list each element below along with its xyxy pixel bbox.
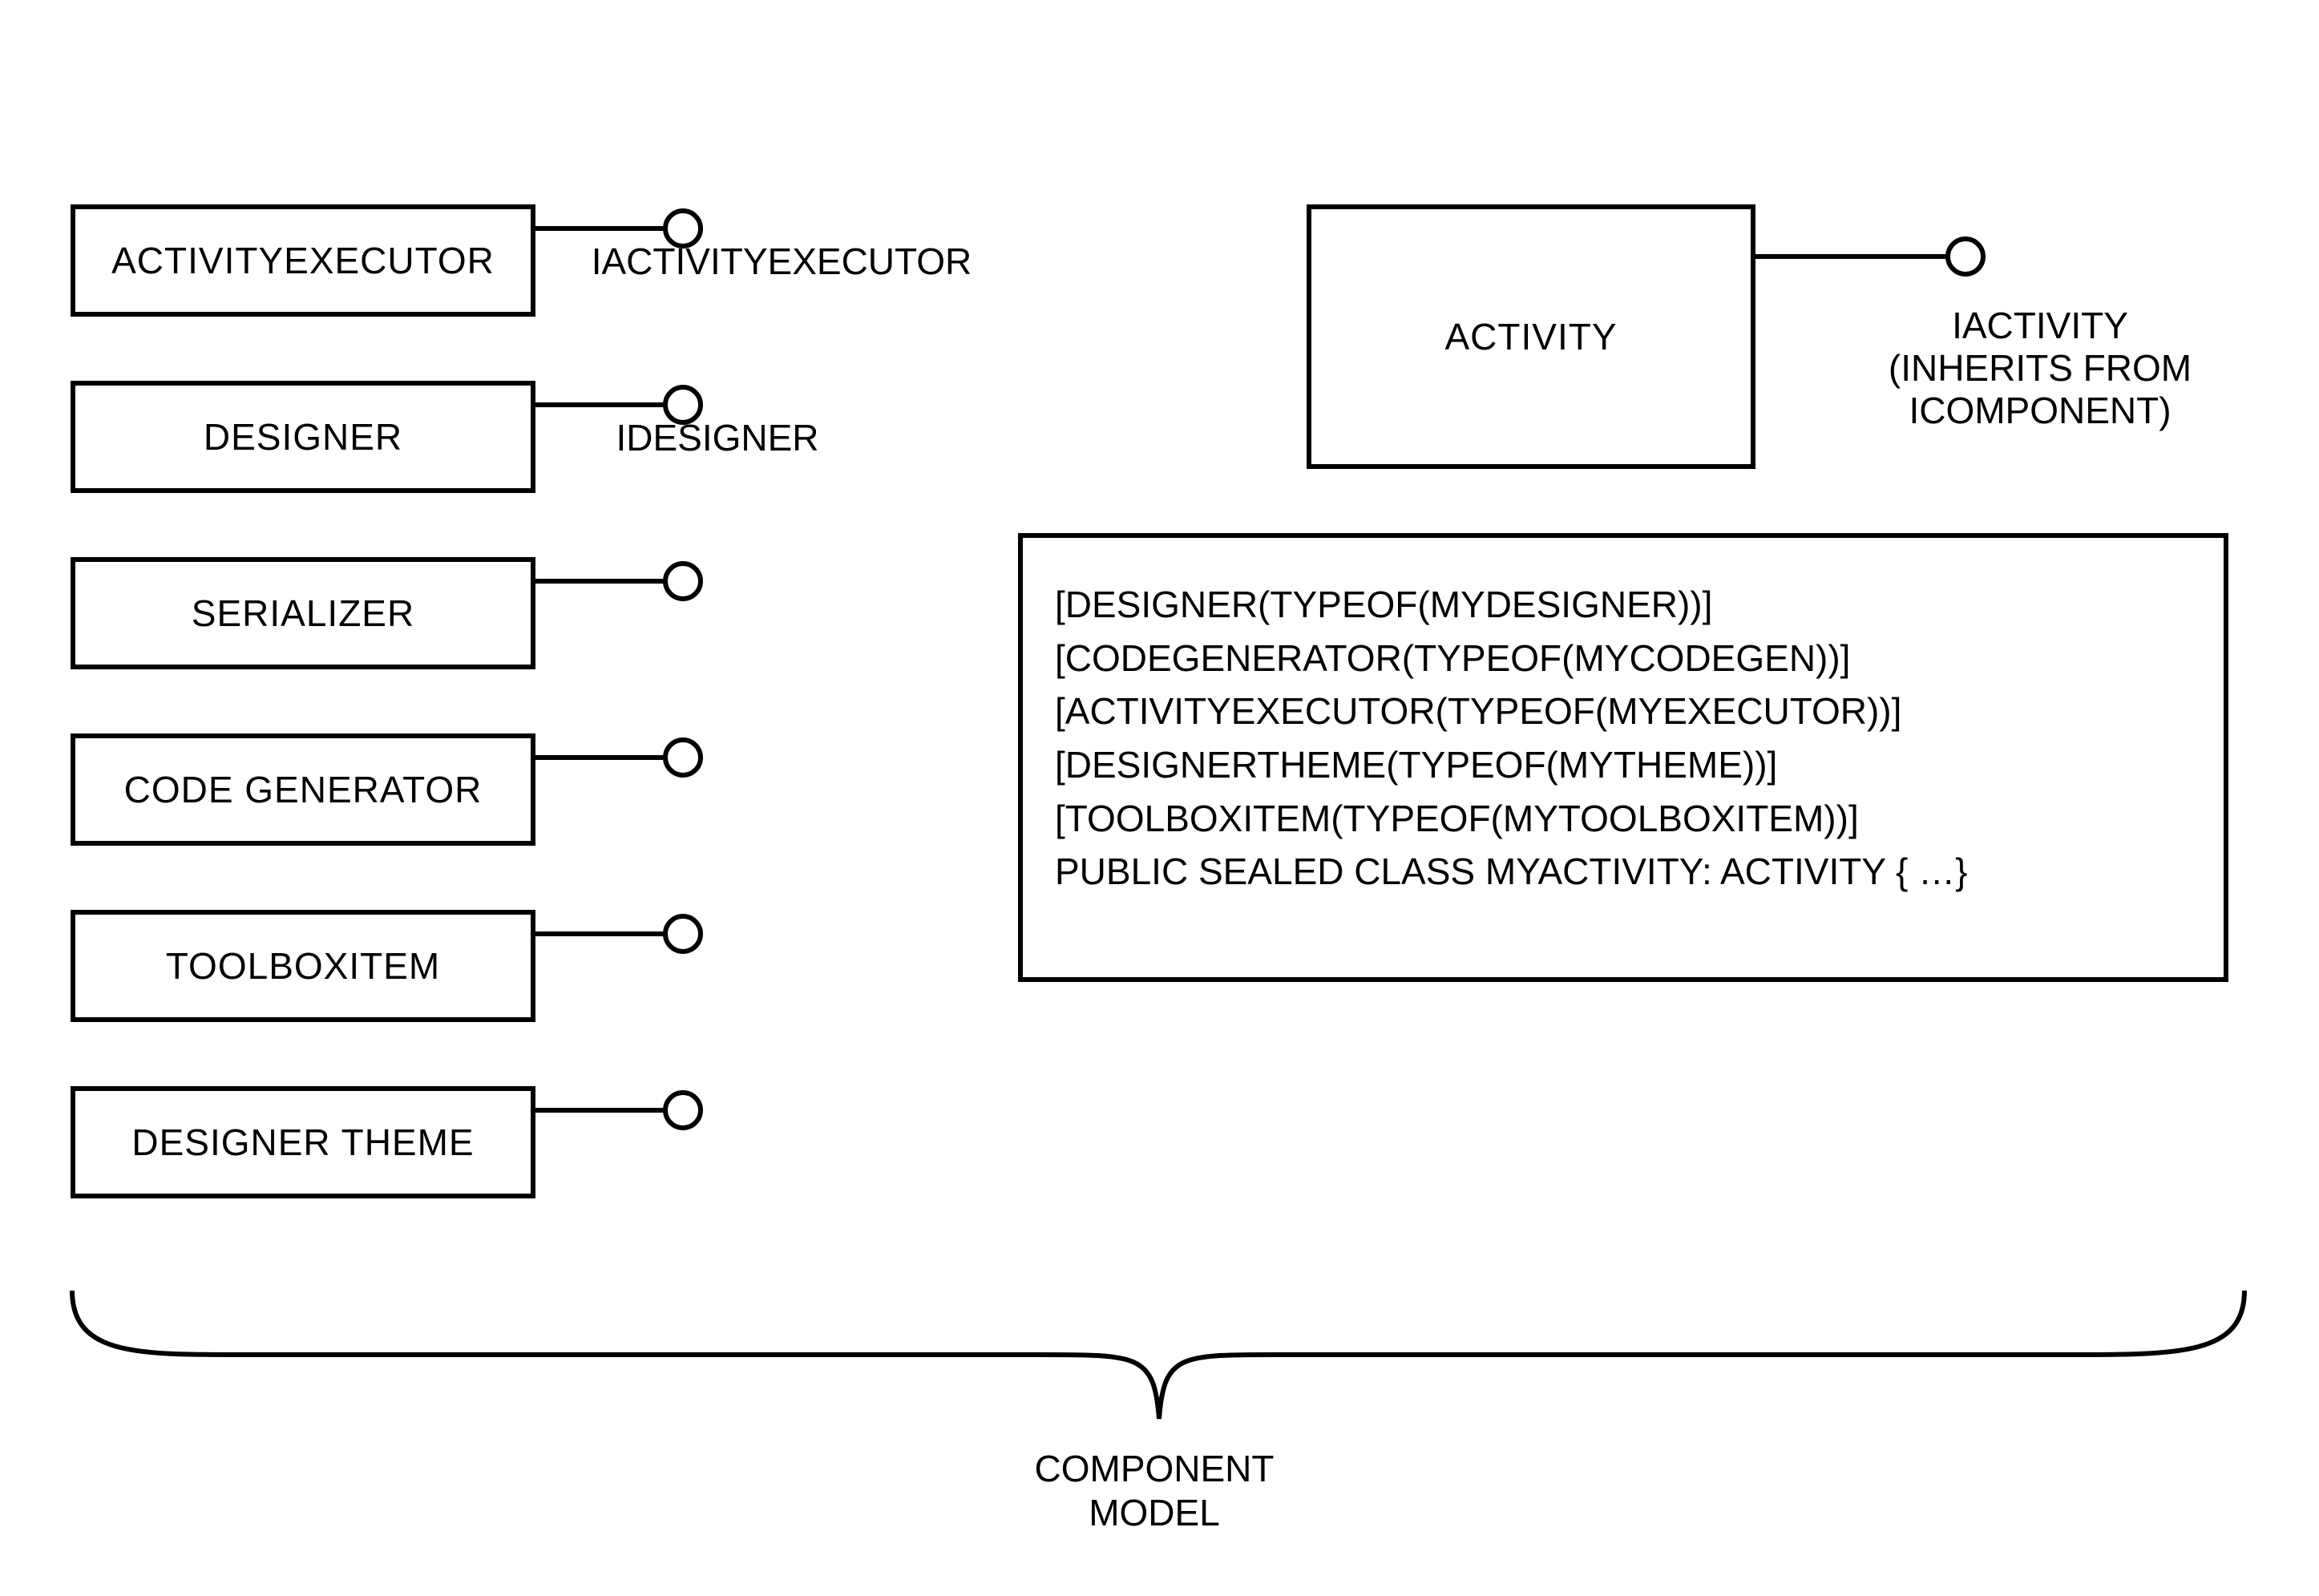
box-activity: ACTIVITY: [1307, 204, 1755, 469]
diagram-canvas: ACTIVITYEXECUTOR IACTIVITYEXECUTOR DESIG…: [0, 0, 2319, 1596]
code-line: [DESIGNERTHEME(TYPEOF(MYTHEME))]: [1055, 738, 2192, 792]
box-label: DESIGNER THEME: [131, 1121, 474, 1164]
iface-iactivity: IACTIVITY (INHERITS FROM ICOMPONENT): [1856, 305, 2224, 432]
box-serializer: SERIALIZER: [71, 557, 535, 669]
code-line: [ACTIVITYEXECUTOR(TYPEOF(MYEXECUTOR))]: [1055, 685, 2192, 738]
iface-iactivityexecutor: IACTIVITYEXECUTOR: [573, 240, 990, 283]
box-label: ACTIVITYEXECUTOR: [111, 239, 495, 282]
box-code-generator: CODE GENERATOR: [71, 733, 535, 846]
box-activityexecutor: ACTIVITYEXECUTOR: [71, 204, 535, 317]
code-box: [DESIGNER(TYPEOF(MYDESIGNER))] [CODEGENE…: [1018, 533, 2228, 982]
caption-component-model: COMPONENT MODEL: [946, 1447, 1363, 1535]
box-label: TOOLBOXITEM: [166, 944, 440, 988]
code-line: [DESIGNER(TYPEOF(MYDESIGNER))]: [1055, 578, 2192, 632]
box-label: ACTIVITY: [1444, 315, 1617, 358]
box-designer-theme: DESIGNER THEME: [71, 1086, 535, 1198]
code-line: PUBLIC SEALED CLASS MYACTIVITY: ACTIVITY…: [1055, 845, 2192, 899]
code-line: [TOOLBOXITEM(TYPEOF(MYTOOLBOXITEM))]: [1055, 792, 2192, 846]
box-designer: DESIGNER: [71, 381, 535, 493]
box-label: DESIGNER: [204, 415, 402, 459]
box-label: CODE GENERATOR: [124, 768, 483, 811]
code-line: [CODEGENERATOR(TYPEOF(MYCODEGEN))]: [1055, 632, 2192, 685]
iface-idesigner: IDESIGNER: [573, 417, 862, 459]
box-label: SERIALIZER: [192, 592, 414, 635]
box-toolboxitem: TOOLBOXITEM: [71, 910, 535, 1022]
